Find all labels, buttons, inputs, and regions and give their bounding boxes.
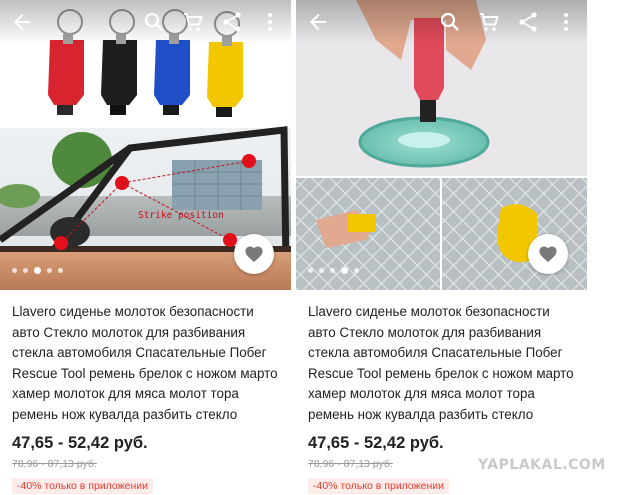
carousel-dot[interactable] bbox=[12, 268, 17, 273]
share-icon[interactable] bbox=[220, 10, 244, 34]
top-bar bbox=[0, 0, 291, 44]
carousel-dot[interactable] bbox=[23, 268, 28, 273]
carousel-dot[interactable] bbox=[330, 268, 335, 273]
carousel-dot-active[interactable] bbox=[341, 267, 348, 274]
product-title[interactable]: Llavero сиденье молоток безопасности авт… bbox=[308, 302, 578, 426]
top-bar bbox=[296, 0, 587, 44]
watermark: YAPLAKAL.COM bbox=[478, 457, 606, 473]
favorite-button[interactable] bbox=[528, 234, 568, 274]
back-arrow-icon[interactable] bbox=[306, 10, 330, 34]
product-old-price: 78,96 - 87,13 руб. bbox=[308, 458, 393, 470]
product-price: 47,65 - 52,42 руб. bbox=[308, 434, 444, 452]
search-icon[interactable] bbox=[142, 10, 166, 34]
back-arrow-icon[interactable] bbox=[10, 10, 34, 34]
carousel-dots bbox=[12, 267, 63, 274]
heart-icon bbox=[539, 246, 557, 263]
product-title[interactable]: Llavero сиденье молоток безопасности авт… bbox=[12, 302, 282, 426]
heart-icon bbox=[245, 246, 263, 263]
cart-icon[interactable] bbox=[477, 10, 501, 34]
product-price: 47,65 - 52,42 руб. bbox=[12, 434, 148, 452]
promo-badge: -40% только в приложении bbox=[12, 478, 154, 494]
carousel-dot[interactable] bbox=[319, 268, 324, 273]
promo-badge: -40% только в приложении bbox=[308, 478, 450, 494]
carousel-dot[interactable] bbox=[354, 268, 359, 273]
cart-icon[interactable] bbox=[181, 10, 205, 34]
carousel-dots bbox=[308, 267, 359, 274]
more-vert-icon[interactable] bbox=[554, 10, 578, 34]
favorite-button[interactable] bbox=[234, 234, 274, 274]
product-card-right[interactable]: Llavero сиденье молоток безопасности авт… bbox=[296, 0, 587, 495]
product-old-price: 78,96 - 87,13 руб. bbox=[12, 458, 97, 470]
more-vert-icon[interactable] bbox=[258, 10, 282, 34]
carousel-dot-active[interactable] bbox=[34, 267, 41, 274]
strike-position-label: Strike position bbox=[138, 210, 224, 221]
product-card-left[interactable]: Strike position Llavero сиденье молоток … bbox=[0, 0, 291, 495]
carousel-dot[interactable] bbox=[58, 268, 63, 273]
search-icon[interactable] bbox=[438, 10, 462, 34]
carousel-dot[interactable] bbox=[308, 268, 313, 273]
share-icon[interactable] bbox=[516, 10, 540, 34]
carousel-dot[interactable] bbox=[47, 268, 52, 273]
